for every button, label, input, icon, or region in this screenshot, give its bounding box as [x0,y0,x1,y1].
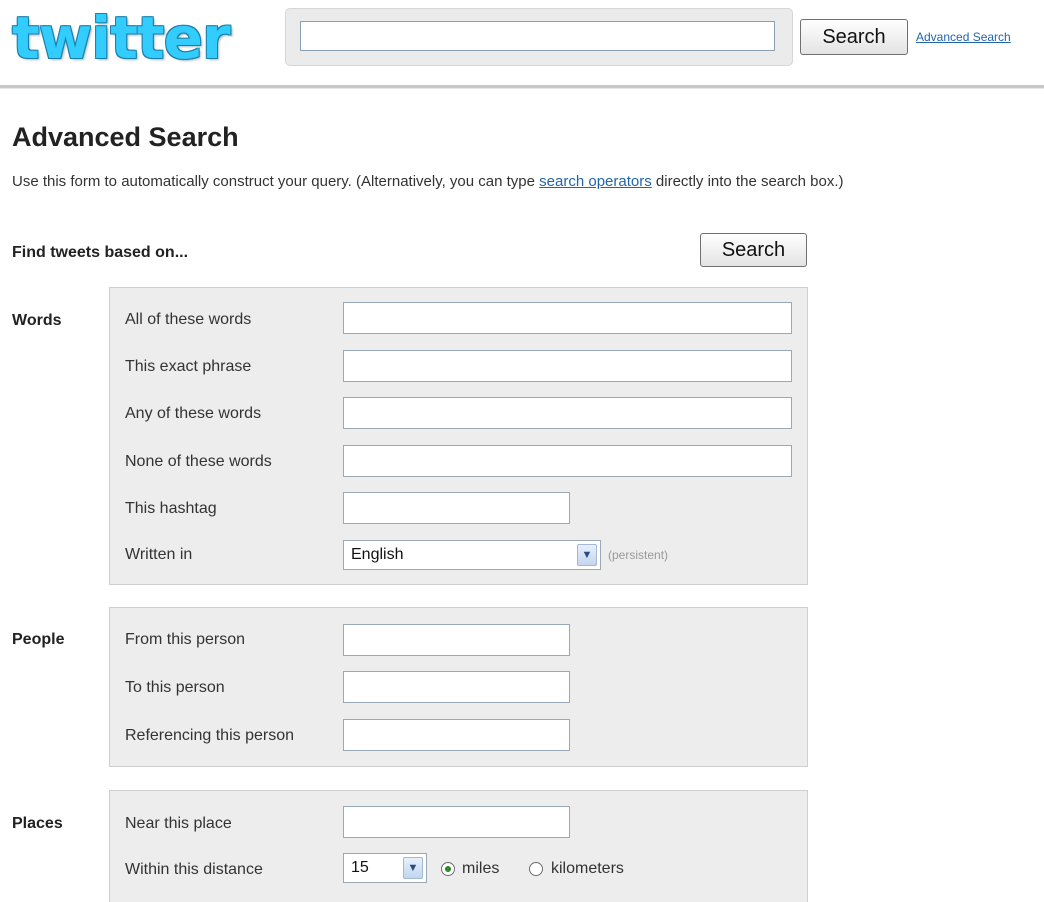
exact-phrase-input[interactable] [343,350,792,382]
all-words-input[interactable] [343,302,792,334]
chevron-down-icon[interactable]: ▼ [403,857,423,879]
header-divider-shadow [0,88,1044,89]
any-words-label: Any of these words [125,405,262,422]
advanced-search-link[interactable]: Advanced Search [916,30,1011,44]
near-place-input[interactable] [343,806,570,838]
near-place-label: Near this place [125,815,232,832]
intro-text-before: Use this form to automatically construct… [12,173,540,190]
top-search-button[interactable]: Search [800,19,908,55]
chevron-down-icon[interactable]: ▼ [577,544,597,566]
top-search-input[interactable] [300,21,775,51]
intro-text-after: directly into the search box.) [651,173,844,190]
language-select-value: English [351,546,404,563]
miles-label[interactable]: miles [462,860,499,878]
places-section-label: Places [12,815,63,832]
people-section-label: People [12,631,65,648]
all-words-label: All of these words [125,311,252,328]
page-title: Advanced Search [12,122,239,152]
to-person-input[interactable] [343,671,570,703]
top-search-bar [285,8,793,66]
referencing-person-label: Referencing this person [125,727,294,744]
miles-radio-icon[interactable] [441,862,455,876]
language-select[interactable]: English ▼ [343,540,601,570]
hashtag-label: This hashtag [125,500,217,517]
twitter-logo[interactable]: twitter [12,6,231,70]
from-person-label: From this person [125,631,246,648]
within-distance-label: Within this distance [125,861,263,878]
exact-phrase-label: This exact phrase [125,358,252,375]
kilometers-label[interactable]: kilometers [551,860,624,878]
none-words-input[interactable] [343,445,792,477]
any-words-input[interactable] [343,397,792,429]
language-label: Written in [125,546,193,563]
to-person-label: To this person [125,679,225,696]
kilometers-radio-icon[interactable] [529,862,543,876]
find-tweets-heading: Find tweets based on... [12,244,189,261]
from-person-input[interactable] [343,624,570,656]
distance-select-value: 15 [351,859,369,876]
distance-select[interactable]: 15 ▼ [343,853,427,883]
referencing-person-input[interactable] [343,719,570,751]
search-operators-link[interactable]: search operators [539,173,652,190]
words-section-label: Words [12,312,62,329]
hashtag-input[interactable] [343,492,570,524]
intro-text: Use this form to automatically construct… [12,173,1042,190]
search-button[interactable]: Search [700,233,807,267]
none-words-label: None of these words [125,453,272,470]
language-persistent-hint: (persistent) [608,548,669,562]
